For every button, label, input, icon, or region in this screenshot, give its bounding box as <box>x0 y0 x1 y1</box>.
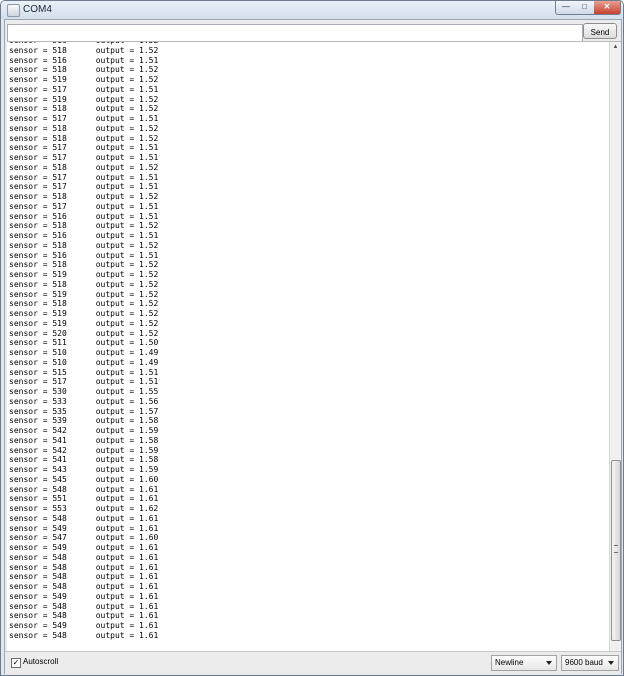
serial-line: sensor = 553 output = 1.62 <box>9 504 159 513</box>
serial-line: sensor = 549 output = 1.61 <box>9 523 159 533</box>
serial-line: sensor = 542 output = 1.59 <box>9 445 159 455</box>
serial-line: sensor = 519 output = 1.52 <box>9 270 159 279</box>
serial-line: sensor = 519 output = 1.52 <box>9 75 159 84</box>
serial-output-area[interactable]: sensor = 516 output = 1.52sensor = 518 o… <box>7 41 621 666</box>
serial-line: sensor = 518 output = 1.52 <box>9 123 159 133</box>
serial-line: sensor = 549 output = 1.61 <box>9 621 159 630</box>
serial-line: sensor = 511 output = 1.50 <box>9 338 159 348</box>
serial-line: sensor = 548 output = 1.61 <box>9 582 159 591</box>
serial-line: sensor = 510 output = 1.49 <box>9 348 159 357</box>
serial-line: sensor = 519 output = 1.52 <box>9 309 159 318</box>
serial-line: sensor = 518 output = 1.52 <box>9 162 159 172</box>
serial-line: sensor = 517 output = 1.51 <box>9 172 159 182</box>
serial-line: sensor = 510 output = 1.49 <box>9 357 159 367</box>
serial-line: sensor = 517 output = 1.51 <box>9 114 159 123</box>
serial-line: sensor = 518 output = 1.52 <box>9 104 159 114</box>
close-button[interactable]: ✕ <box>594 1 621 15</box>
serial-line: sensor = 548 output = 1.61 <box>9 572 159 582</box>
serial-line: sensor = 542 output = 1.59 <box>9 426 159 435</box>
serial-line: sensor = 541 output = 1.58 <box>9 455 159 465</box>
serial-line: sensor = 545 output = 1.60 <box>9 474 159 484</box>
serial-line: sensor = 520 output = 1.52 <box>9 328 159 338</box>
serial-line: sensor = 517 output = 1.51 <box>9 201 159 211</box>
serial-line: sensor = 518 output = 1.52 <box>9 192 159 201</box>
serial-line: sensor = 518 output = 1.52 <box>9 133 159 143</box>
chevron-down-icon <box>546 661 552 665</box>
line-ending-select[interactable]: Newline <box>491 655 557 671</box>
serial-line: sensor = 548 output = 1.61 <box>9 484 159 494</box>
serial-line: sensor = 518 output = 1.52 <box>9 65 159 75</box>
chevron-down-icon <box>608 661 614 665</box>
serial-line: sensor = 517 output = 1.51 <box>9 84 159 94</box>
serial-line: sensor = 516 output = 1.51 <box>9 55 159 65</box>
serial-line: sensor = 519 output = 1.52 <box>9 318 159 328</box>
serial-line: sensor = 519 output = 1.52 <box>9 94 159 104</box>
send-input[interactable] <box>7 24 583 42</box>
title-bar: COM4 — □ ✕ <box>1 1 623 19</box>
serial-line: sensor = 539 output = 1.58 <box>9 416 159 426</box>
baud-rate-select[interactable]: 9600 baud <box>561 655 619 671</box>
serial-line: sensor = 548 output = 1.61 <box>9 513 159 523</box>
serial-line: sensor = 548 output = 1.61 <box>9 630 159 640</box>
serial-line: sensor = 516 output = 1.51 <box>9 250 159 260</box>
serial-line: sensor = 549 output = 1.61 <box>9 591 159 601</box>
serial-line: sensor = 548 output = 1.61 <box>9 562 159 572</box>
line-ending-value: Newline <box>495 658 524 667</box>
serial-line: sensor = 516 output = 1.51 <box>9 211 159 221</box>
serial-line: sensor = 548 output = 1.61 <box>9 601 159 611</box>
serial-monitor-window: COM4 — □ ✕ Send sensor = 516 output = 1.… <box>0 0 624 676</box>
serial-line: sensor = 530 output = 1.55 <box>9 387 159 396</box>
send-button[interactable]: Send <box>583 23 617 39</box>
baud-rate-value: 9600 baud <box>565 658 603 667</box>
status-bar: ✓ Autoscroll Newline 9600 baud <box>5 651 621 674</box>
serial-output-lines: sensor = 516 output = 1.52sensor = 518 o… <box>9 42 159 641</box>
serial-line: sensor = 518 output = 1.52 <box>9 45 159 55</box>
serial-line: sensor = 551 output = 1.61 <box>9 494 159 504</box>
vertical-scrollbar[interactable]: ▲ ▼ <box>609 42 621 666</box>
serial-line: sensor = 515 output = 1.51 <box>9 367 159 377</box>
app-icon <box>7 4 20 17</box>
serial-monitor-client: Send sensor = 516 output = 1.52sensor = … <box>4 19 622 674</box>
serial-line: sensor = 548 output = 1.61 <box>9 611 159 621</box>
serial-line: sensor = 517 output = 1.51 <box>9 377 159 387</box>
scrollbar-thumb[interactable] <box>611 460 621 641</box>
serial-line: sensor = 533 output = 1.56 <box>9 396 159 406</box>
scrollbar-grip-icon <box>614 545 618 553</box>
minimize-button[interactable]: — <box>555 1 577 15</box>
serial-line: sensor = 518 output = 1.52 <box>9 240 159 250</box>
serial-line: sensor = 517 output = 1.51 <box>9 182 159 192</box>
serial-line: sensor = 541 output = 1.58 <box>9 435 159 445</box>
serial-line: sensor = 535 output = 1.57 <box>9 406 159 416</box>
serial-line: sensor = 543 output = 1.59 <box>9 465 159 474</box>
window-title: COM4 <box>23 4 52 15</box>
autoscroll-checkbox[interactable]: ✓ <box>11 658 21 668</box>
serial-line: sensor = 518 output = 1.52 <box>9 279 159 289</box>
autoscroll-label: Autoscroll <box>23 657 59 666</box>
serial-line: sensor = 518 output = 1.52 <box>9 221 159 231</box>
serial-line: sensor = 547 output = 1.60 <box>9 533 159 543</box>
serial-line: sensor = 517 output = 1.51 <box>9 143 159 153</box>
maximize-button[interactable]: □ <box>575 1 595 15</box>
serial-line: sensor = 518 output = 1.52 <box>9 299 159 309</box>
serial-line: sensor = 518 output = 1.52 <box>9 260 159 270</box>
scroll-up-icon[interactable]: ▲ <box>610 42 621 53</box>
serial-line: sensor = 549 output = 1.61 <box>9 543 159 552</box>
serial-line: sensor = 519 output = 1.52 <box>9 289 159 299</box>
serial-line: sensor = 517 output = 1.51 <box>9 153 159 162</box>
serial-line: sensor = 548 output = 1.61 <box>9 552 159 562</box>
serial-line: sensor = 516 output = 1.51 <box>9 231 159 240</box>
